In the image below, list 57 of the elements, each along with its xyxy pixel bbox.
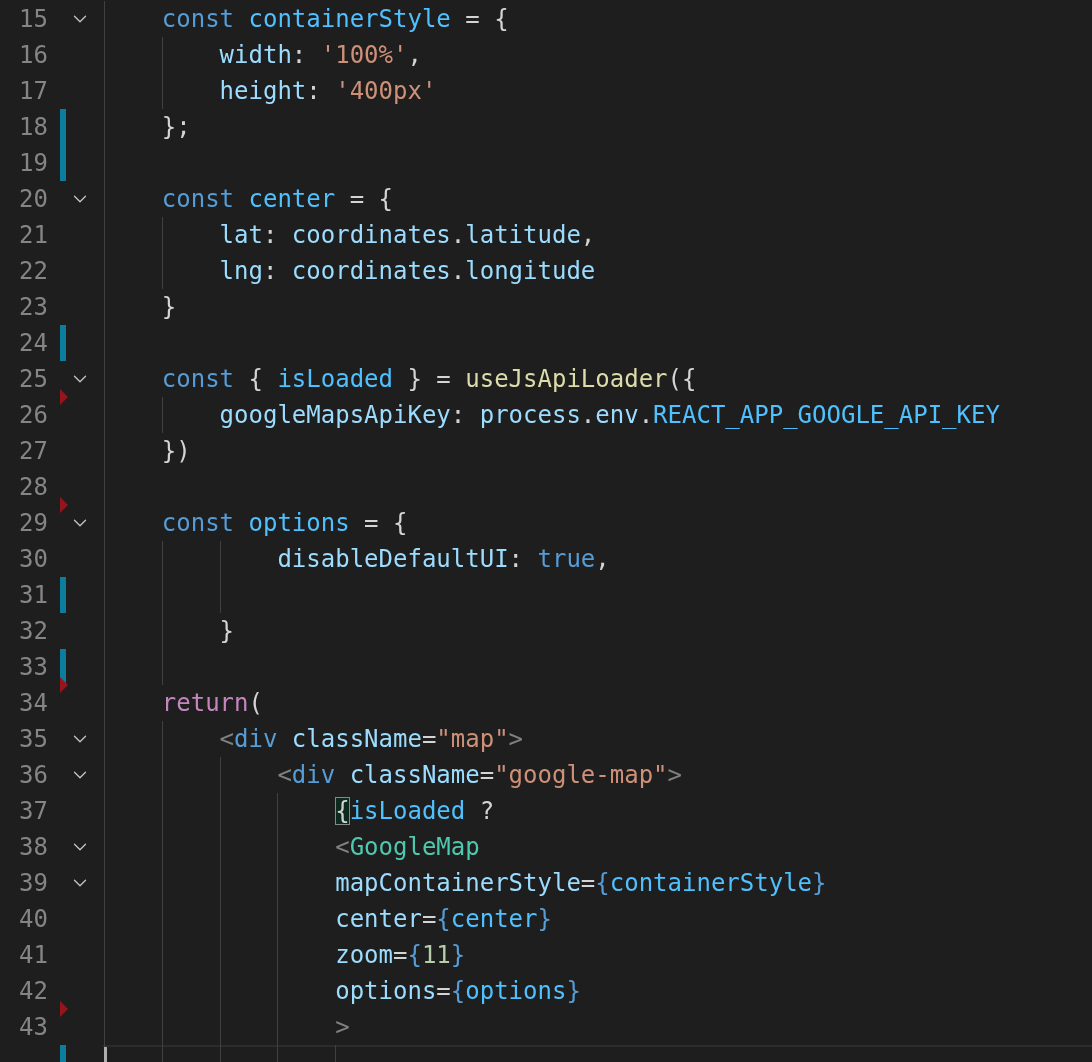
line-number: 27 bbox=[18, 436, 48, 467]
deleted-line-marker[interactable] bbox=[60, 497, 68, 513]
line-number: 19 bbox=[18, 148, 48, 179]
code-line: center={center} bbox=[335, 904, 552, 935]
code-line: height: '400px' bbox=[219, 76, 437, 107]
code-line: } bbox=[219, 616, 235, 647]
line-number: 23 bbox=[18, 292, 48, 323]
line-number: 34 bbox=[18, 688, 48, 719]
line-number: 24 bbox=[18, 328, 48, 359]
code-line: disableDefaultUI: true, bbox=[277, 544, 610, 575]
line-number: 26 bbox=[18, 400, 48, 431]
code-line: const options = { bbox=[161, 508, 408, 539]
line-number: 18 bbox=[18, 112, 48, 143]
code-line: googleMapsApiKey: process.env.REACT_APP_GOOGLE_API_KEY bbox=[219, 400, 1000, 431]
line-number: 36 bbox=[18, 760, 48, 791]
line-number: 29 bbox=[18, 508, 48, 539]
code-line: > bbox=[335, 1012, 350, 1043]
code-line: <div className="map"> bbox=[219, 724, 524, 755]
code-line: }) bbox=[161, 436, 191, 467]
line-number: 30 bbox=[18, 544, 48, 575]
line-number: 33 bbox=[18, 652, 48, 683]
code-line: return( bbox=[161, 688, 263, 719]
code-line: lng: coordinates.longitude bbox=[219, 256, 596, 287]
code-line: mapContainerStyle={containerStyle} bbox=[335, 868, 827, 899]
line-number: 43 bbox=[18, 1012, 48, 1043]
line-number: 40 bbox=[18, 904, 48, 935]
code-line: <div className="google-map"> bbox=[277, 760, 682, 791]
line-number: 22 bbox=[18, 256, 48, 287]
line-number: 42 bbox=[18, 976, 48, 1007]
code-line: }; bbox=[161, 112, 191, 143]
code-line: zoom={11} bbox=[335, 940, 466, 971]
line-number: 38 bbox=[18, 832, 48, 863]
code-line: options={options} bbox=[335, 976, 581, 1007]
code-line: const { isLoaded } = useJsApiLoader({ bbox=[161, 364, 697, 395]
line-number: 37 bbox=[18, 796, 48, 827]
line-number: 32 bbox=[18, 616, 48, 647]
code-line: {isLoaded ? bbox=[335, 796, 495, 827]
line-number: 35 bbox=[18, 724, 48, 755]
line-number: 28 bbox=[18, 472, 48, 503]
deleted-line-marker[interactable] bbox=[60, 677, 68, 693]
line-number: 25 bbox=[18, 364, 48, 395]
code-line: const containerStyle = { bbox=[161, 4, 509, 35]
line-number: 39 bbox=[18, 868, 48, 899]
line-number: 17 bbox=[18, 76, 48, 107]
line-number: 15 bbox=[18, 4, 48, 35]
code-line: <GoogleMap bbox=[335, 832, 480, 863]
line-number: 16 bbox=[18, 40, 48, 71]
code-line: lat: coordinates.latitude, bbox=[219, 220, 596, 251]
line-number: 41 bbox=[18, 940, 48, 971]
line-number: 20 bbox=[18, 184, 48, 215]
deleted-line-marker[interactable] bbox=[60, 389, 68, 405]
code-line: } bbox=[161, 292, 177, 323]
line-number: 31 bbox=[18, 580, 48, 611]
deleted-line-marker[interactable] bbox=[60, 1001, 68, 1017]
line-number: 21 bbox=[18, 220, 48, 251]
code-line: const center = { bbox=[161, 184, 393, 215]
code-line: width: '100%', bbox=[219, 40, 422, 71]
